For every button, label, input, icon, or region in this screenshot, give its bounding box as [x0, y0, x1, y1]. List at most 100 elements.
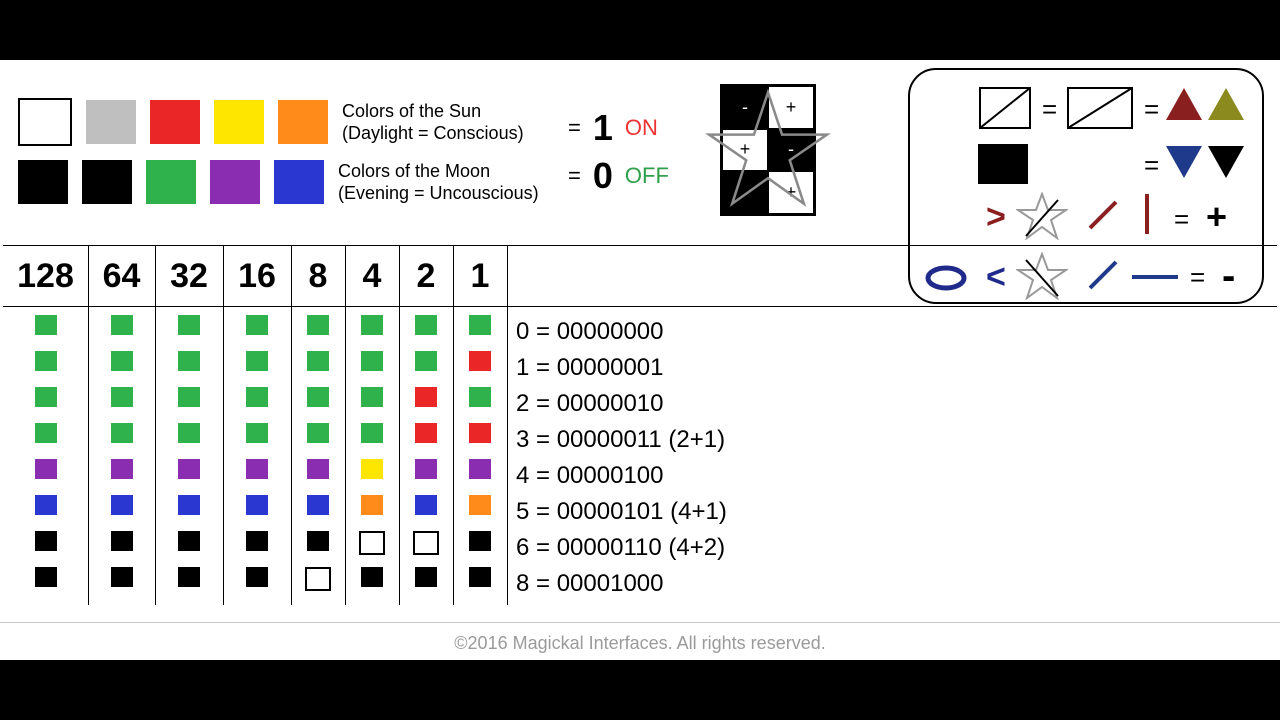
bit-header-cell: 16: [223, 246, 292, 306]
binary-equation: 6 = 00000110 (4+2): [516, 530, 727, 566]
bit-header-cell: 4: [345, 246, 400, 306]
sun-caption: Colors of the Sun (Daylight = Conscious): [342, 100, 524, 144]
pipe-red-icon: [1144, 194, 1150, 234]
star-up-icon: [1016, 192, 1068, 240]
grid-dot: [469, 459, 491, 479]
grid-dot: [246, 315, 268, 335]
grid-dot: [111, 459, 133, 479]
sun-row: Colors of the Sun (Daylight = Conscious): [18, 96, 539, 148]
binary-equation: 1 = 00000001: [516, 350, 727, 386]
grid-dot: [178, 315, 200, 335]
grid-dot: [307, 495, 329, 515]
grid-dot: [307, 459, 329, 479]
grid-dot: [469, 531, 491, 551]
grid-dot: [178, 351, 200, 371]
grid-dot: [246, 387, 268, 407]
digit-one: 1: [593, 107, 613, 149]
eq-sign: =: [1174, 204, 1189, 235]
diagram-page: Colors of the Sun (Daylight = Conscious)…: [0, 60, 1280, 660]
grid-dot: [246, 531, 268, 551]
grid-dot: [111, 315, 133, 335]
grid-dot: [469, 567, 491, 587]
grid-dot: [35, 531, 57, 551]
grid-dot: [178, 423, 200, 443]
plus-icon: +: [1206, 196, 1227, 238]
grid-dot: [361, 423, 383, 443]
slash-red-icon: [1086, 198, 1120, 232]
grid-dot: [35, 423, 57, 443]
grid-dot: [111, 423, 133, 443]
triangle-down-black-icon: [1208, 146, 1244, 178]
label-on: ON: [625, 115, 658, 141]
grid-dot: [111, 351, 133, 371]
grid-column: [3, 305, 89, 605]
grid-dot: [359, 531, 385, 555]
binary-equation: 3 = 00000011 (2+1): [516, 422, 727, 458]
grid-dot: [246, 495, 268, 515]
grid-dot: [35, 459, 57, 479]
grid-dot: [361, 351, 383, 371]
grid-dot: [246, 459, 268, 479]
grid-dot: [178, 531, 200, 551]
grid-column: [345, 305, 400, 605]
grid-dot: [35, 351, 57, 371]
grid-dot: [361, 387, 383, 407]
grid-column: [453, 305, 508, 605]
grid-column: [155, 305, 224, 605]
filled-square-icon: [978, 144, 1028, 184]
swatch-yellow: [214, 100, 264, 144]
grid-dot: [307, 423, 329, 443]
grid-dot: [415, 387, 437, 407]
swatch-green: [146, 160, 196, 204]
grid-dot: [361, 567, 383, 587]
eq-sign: =: [1042, 94, 1057, 125]
sun-title: Colors of the Sun: [342, 100, 524, 122]
grid-dot: [111, 495, 133, 515]
swatch-red: [150, 100, 200, 144]
binary-equation: 0 = 00000000: [516, 314, 727, 350]
triangle-down-blue-icon: [1166, 146, 1202, 178]
grid-dot: [307, 531, 329, 551]
grid-dot: [111, 531, 133, 551]
moon-title: Colors of the Moon: [338, 160, 539, 182]
bit-header-cell: 8: [291, 246, 346, 306]
grid-dot: [469, 495, 491, 515]
grid-dot: [246, 351, 268, 371]
binary-equation: 5 = 00000101 (4+1): [516, 494, 727, 530]
binary-equation: 4 = 00000100: [516, 458, 727, 494]
grid-dot: [35, 495, 57, 515]
grid-dot: [415, 459, 437, 479]
eq-sign: =: [568, 163, 581, 189]
colour-swatches: Colors of the Sun (Daylight = Conscious)…: [18, 96, 539, 216]
gt-icon: >: [986, 198, 1006, 237]
digit-zero: 0: [593, 155, 613, 197]
grid-column: [399, 305, 454, 605]
swatch-black2: [82, 160, 132, 204]
grid-dot: [415, 351, 437, 371]
moon-sub: (Evening = Uncouscious): [338, 182, 539, 204]
grid-dot: [178, 495, 200, 515]
bit-header-cell: 32: [155, 246, 224, 306]
moon-row: Colors of the Moon (Evening = Uncousciou…: [18, 156, 539, 208]
triangle-up-olive-icon: [1208, 88, 1244, 120]
bit-header-cell: 2: [399, 246, 454, 306]
footer-copyright: ©2016 Magickal Interfaces. All rights re…: [0, 622, 1280, 654]
grid-dot: [469, 423, 491, 443]
grid-dot: [415, 315, 437, 335]
half-square-up-icon: [978, 86, 1032, 130]
grid-dot: [415, 423, 437, 443]
on-off-key: = 1 ON = 0 OFF: [568, 104, 669, 200]
half-rect-up-icon: [1066, 86, 1134, 130]
grid-dot: [178, 567, 200, 587]
grid-dot: [361, 495, 383, 515]
binary-equation: 2 = 00000010: [516, 386, 727, 422]
bit-header-cell: 128: [3, 246, 89, 306]
grid-dot: [111, 567, 133, 587]
moon-caption: Colors of the Moon (Evening = Uncousciou…: [338, 160, 539, 204]
swatch-white: [18, 98, 72, 146]
swatch-blue: [274, 160, 324, 204]
grid-dot: [35, 567, 57, 587]
grid-dot: [469, 315, 491, 335]
grid-dot: [178, 387, 200, 407]
grid-dot: [246, 567, 268, 587]
